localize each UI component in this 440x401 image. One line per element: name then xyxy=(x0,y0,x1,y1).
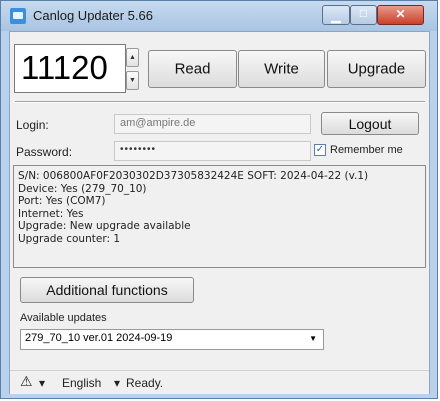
remember-me-checkbox[interactable]: ✓ xyxy=(314,144,326,156)
close-button[interactable]: ✕ xyxy=(377,5,424,25)
dropdown-arrow-icon: ▼ xyxy=(309,334,317,343)
status-serial-line: S/N: 006800AF0F2030302D37305832424E SOFT… xyxy=(18,170,369,182)
status-port-line: Port: Yes (COM7) xyxy=(18,195,106,208)
password-input[interactable]: •••••••• xyxy=(114,141,311,161)
additional-functions-button[interactable]: Additional functions xyxy=(20,277,194,303)
serial-spinner: ▲ ▼ xyxy=(126,48,139,90)
status-internet-line: Internet: Yes xyxy=(18,207,84,220)
spin-up-button[interactable]: ▲ xyxy=(126,48,139,67)
language-selector[interactable]: English xyxy=(62,376,101,390)
login-input[interactable]: am@ampire.de xyxy=(114,114,311,134)
upgrade-button[interactable]: Upgrade xyxy=(327,50,426,88)
maximize-button[interactable]: □ xyxy=(350,5,377,25)
available-updates-select[interactable]: 279_70_10 ver.01 2024-09-19 ▼ xyxy=(20,329,324,350)
title-bar[interactable]: Canlog Updater 5.66 ▁ □ ✕ xyxy=(1,1,437,31)
warning-dropdown-icon[interactable]: ▾ xyxy=(39,376,45,390)
status-counter-line: Upgrade counter: 1 xyxy=(18,232,121,245)
status-upgrade-line: Upgrade: New upgrade available xyxy=(18,220,191,233)
login-label: Login: xyxy=(16,118,49,132)
remember-me-label[interactable]: Remember me xyxy=(330,144,403,156)
selected-update: 279_70_10 ver.01 2024-09-19 xyxy=(25,332,173,344)
available-updates-label: Available updates xyxy=(20,312,107,324)
app-window: Canlog Updater 5.66 ▁ □ ✕ 11120 ▲ ▼ Read… xyxy=(0,0,438,399)
status-bar: ⚠ ▾ English ▾ Ready. xyxy=(10,370,429,394)
status-device-line: Device: Yes (279_70_10) xyxy=(18,182,147,195)
client-area: 11120 ▲ ▼ Read Write Upgrade Login: am@a… xyxy=(9,31,430,394)
logout-button[interactable]: Logout xyxy=(321,112,419,135)
serial-number-input[interactable]: 11120 xyxy=(14,44,126,93)
serial-number-value: 11120 xyxy=(21,49,108,86)
language-dropdown-icon[interactable]: ▾ xyxy=(114,376,120,390)
minimize-button[interactable]: ▁ xyxy=(322,5,350,25)
spin-down-button[interactable]: ▼ xyxy=(126,71,139,90)
window-title: Canlog Updater 5.66 xyxy=(33,8,153,23)
write-button[interactable]: Write xyxy=(238,50,325,88)
read-button[interactable]: Read xyxy=(148,50,237,88)
device-status-panel: S/N: 006800AF0F2030302D37305832424E SOFT… xyxy=(13,165,426,268)
password-label: Password: xyxy=(16,145,73,159)
warning-icon[interactable]: ⚠ xyxy=(20,373,33,390)
close-icon: ✕ xyxy=(395,7,406,21)
app-icon xyxy=(10,8,26,24)
status-text: Ready. xyxy=(126,376,164,390)
divider xyxy=(15,101,425,103)
